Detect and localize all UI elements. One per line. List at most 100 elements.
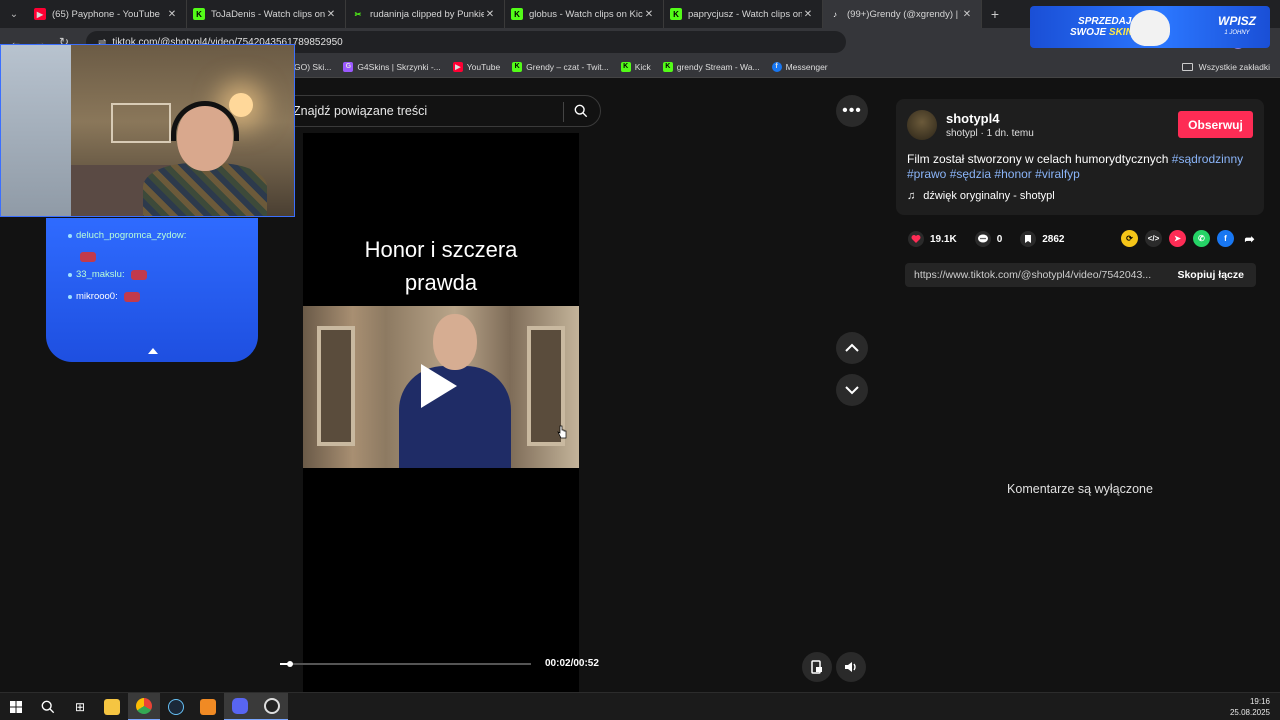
- clock-date: 25.08.2025: [1229, 708, 1270, 717]
- post-link-text[interactable]: https://www.tiktok.com/@shotypl4/video/7…: [914, 269, 1170, 281]
- bookmark-item[interactable]: ▶ YouTube: [452, 61, 500, 72]
- author-subline: shotypl · 1 dn. temu: [946, 128, 1034, 139]
- engagement-stats: 19.1K 0 2862: [908, 230, 1083, 248]
- promo-text: WPISZ: [1218, 14, 1256, 28]
- pip-icon[interactable]: [802, 652, 832, 682]
- steam-icon[interactable]: [160, 693, 192, 720]
- whatsapp-icon[interactable]: ✆: [1193, 230, 1210, 247]
- promo-right-text: WPISZ 1 JOHNY: [1218, 15, 1256, 39]
- close-icon[interactable]: ✕: [802, 9, 814, 20]
- video-caption: Honor i szczera prawda: [303, 233, 579, 299]
- tab-search-chevron-icon[interactable]: ⌄: [0, 0, 28, 28]
- system-clock[interactable]: 19:16 25.08.2025: [1230, 696, 1270, 718]
- bookmark-label: Kick: [634, 61, 651, 72]
- search-input[interactable]: Znajdź powiązane treści: [276, 95, 601, 127]
- chat-emote: [123, 291, 140, 302]
- hashtag-link[interactable]: #viralfyp: [1035, 167, 1080, 181]
- chat-emote: [130, 269, 147, 280]
- hashtag-link[interactable]: #sądrodzinny: [1172, 152, 1243, 166]
- chat-bullet: [68, 294, 72, 299]
- bookmark-item[interactable]: K Grendy – czat - Twit...: [512, 61, 609, 72]
- comment-icon: [974, 231, 991, 247]
- tab-label: ToJaDenis - Watch clips on Kick: [211, 8, 325, 20]
- bookmark-item[interactable]: K Kick: [620, 61, 651, 72]
- chat-message: deluch_pogromca_zydow:: [68, 230, 187, 241]
- post-info-card: shotypl4 shotypl · 1 dn. temu Obserwuj F…: [896, 99, 1264, 215]
- music-note-icon: ♫: [907, 190, 916, 202]
- progress-knob[interactable]: [287, 661, 294, 667]
- copy-link-button[interactable]: Skopiuj łącze: [1177, 269, 1244, 281]
- repost-icon[interactable]: ⟳: [1121, 230, 1138, 247]
- chrome-icon[interactable]: [128, 692, 160, 720]
- sound-link[interactable]: ♫ dźwięk oryginalny - shotypl: [907, 190, 1055, 202]
- bookmark-label: G4Skins | Skrzynki -...: [357, 61, 441, 72]
- windows-start-icon[interactable]: [0, 693, 32, 720]
- close-icon[interactable]: ✕: [643, 9, 655, 20]
- play-icon[interactable]: [421, 364, 457, 408]
- discord-icon[interactable]: [224, 692, 256, 720]
- taskbar-search-icon[interactable]: [32, 693, 64, 720]
- facebook-icon[interactable]: f: [1217, 230, 1234, 247]
- bookmark-item[interactable]: GO) Ski...: [294, 62, 331, 72]
- new-tab-plus-icon[interactable]: +: [982, 6, 1008, 22]
- like-button[interactable]: 19.1K: [908, 231, 957, 247]
- promo-dog-image: [1130, 10, 1170, 46]
- tab-payphone[interactable]: ▶ (65) Payphone - YouTube ✕: [28, 0, 187, 28]
- send-to-friends-icon[interactable]: ➤: [1169, 230, 1186, 247]
- tab-grendy-tiktok[interactable]: ♪ (99+)Grendy (@xgrendy) | TikTok ✕: [823, 0, 982, 28]
- close-icon[interactable]: ✕: [325, 9, 337, 20]
- tab-paprycjusz[interactable]: K paprycjusz - Watch clips on Kick ✕: [664, 0, 823, 28]
- video-progress-bar[interactable]: [280, 661, 531, 667]
- tab-globus[interactable]: K globus - Watch clips on Kick ✕: [505, 0, 664, 28]
- video-player[interactable]: Honor i szczera prawda: [303, 133, 579, 693]
- close-icon[interactable]: ✕: [166, 9, 178, 20]
- share-arrow-icon[interactable]: ➦: [1241, 230, 1258, 247]
- close-icon[interactable]: ✕: [484, 9, 496, 20]
- promo-banner[interactable]: SPRZEDAJ SWOJE SKINY WPISZ 1 JOHNY: [1030, 6, 1270, 48]
- search-placeholder: Znajdź powiązane treści: [293, 104, 428, 118]
- bookmark-item[interactable]: G G4Skins | Skrzynki -...: [343, 61, 441, 72]
- more-options-icon[interactable]: •••: [836, 95, 868, 127]
- file-explorer-icon[interactable]: [96, 693, 128, 720]
- search-icon[interactable]: [574, 104, 588, 118]
- task-view-icon[interactable]: ⊞: [64, 693, 96, 720]
- next-video-chevron-down-icon[interactable]: [836, 374, 868, 406]
- bookmark-item[interactable]: Kgrendy Stream - Wa...: [662, 61, 760, 72]
- youtube-icon: ▶: [452, 61, 463, 72]
- hashtag-link[interactable]: #honor: [994, 167, 1031, 181]
- tab-label: (65) Payphone - YouTube: [52, 8, 160, 20]
- follow-button[interactable]: Obserwuj: [1178, 111, 1253, 138]
- kick-clip-icon: ✂: [354, 9, 362, 19]
- app-a-icon[interactable]: [192, 693, 224, 720]
- streamer-body: [143, 163, 267, 216]
- tab-tojadenis[interactable]: K ToJaDenis - Watch clips on Kick ✕: [187, 0, 346, 28]
- save-count: 2862: [1042, 233, 1065, 245]
- volume-icon[interactable]: [836, 652, 866, 682]
- close-icon[interactable]: ✕: [961, 9, 973, 20]
- bookmark-item[interactable]: f Messenger: [771, 61, 828, 72]
- kick-icon: K: [620, 61, 631, 72]
- tiktok-icon: ♪: [833, 9, 837, 19]
- comment-button[interactable]: 0: [974, 231, 1002, 247]
- obs-icon[interactable]: [256, 692, 288, 720]
- author-username[interactable]: shotypl4: [946, 111, 999, 126]
- chat-bullet: [68, 233, 72, 238]
- screen: ⌄ ▶ (65) Payphone - YouTube ✕ K ToJaDeni…: [0, 0, 1280, 720]
- hashtag-link[interactable]: #prawo: [907, 167, 946, 181]
- post-link-box: https://www.tiktok.com/@shotypl4/video/7…: [905, 263, 1256, 287]
- all-bookmarks[interactable]: Wszystkie zakładki: [1181, 56, 1270, 78]
- chat-bullet: [68, 272, 72, 277]
- chat-username: deluch_pogromca_zydow:: [76, 230, 187, 241]
- promo-text: SWOJE: [1070, 27, 1107, 38]
- video-caption-line: Honor i szczera: [364, 237, 518, 262]
- hashtag-link[interactable]: #sędzia: [950, 167, 991, 181]
- all-bookmarks-label: Wszystkie zakładki: [1198, 62, 1270, 72]
- author-avatar[interactable]: [907, 110, 937, 140]
- tab-rudaninja[interactable]: ✂ rudaninja clipped by Punkieee ✕: [346, 0, 505, 28]
- promo-code: 1 JOHNY: [1224, 30, 1250, 36]
- embed-code-icon[interactable]: </>: [1145, 230, 1162, 247]
- save-button[interactable]: 2862: [1020, 231, 1065, 247]
- bookmark-label: grendy Stream - Wa...: [676, 61, 760, 72]
- previous-video-chevron-up-icon[interactable]: [836, 332, 868, 364]
- webcam-overlay: [0, 44, 295, 217]
